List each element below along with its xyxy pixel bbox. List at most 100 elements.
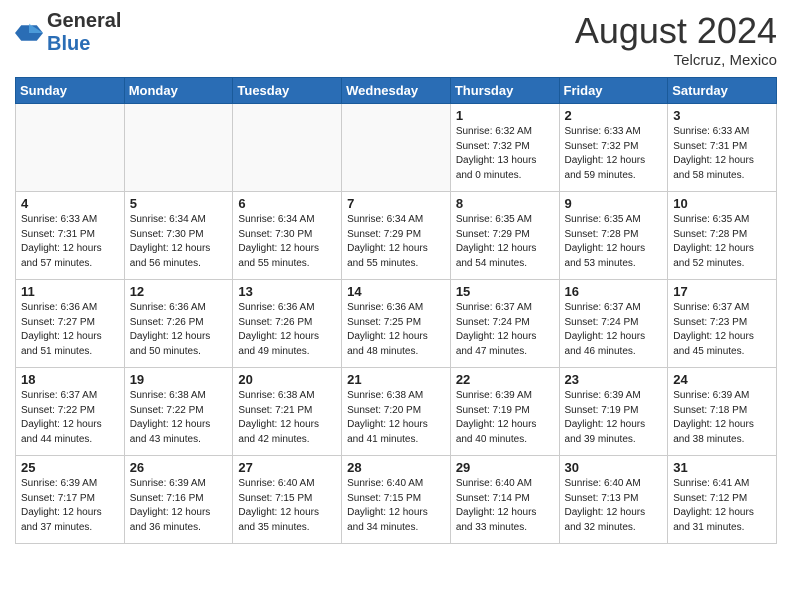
day-number: 23 (565, 372, 663, 387)
calendar-table: SundayMondayTuesdayWednesdayThursdayFrid… (15, 77, 777, 544)
logo-icon (15, 22, 43, 44)
day-number: 24 (673, 372, 771, 387)
day-info: Sunrise: 6:40 AMSunset: 7:13 PMDaylight:… (565, 477, 663, 535)
day-number: 3 (673, 108, 771, 123)
day-info: Sunrise: 6:40 AMSunset: 7:15 PMDaylight:… (347, 477, 445, 535)
day-info: Sunrise: 6:34 AMSunset: 7:30 PMDaylight:… (238, 213, 336, 271)
calendar-cell: 5Sunrise: 6:34 AMSunset: 7:30 PMDaylight… (124, 192, 233, 280)
calendar-cell: 28 Sunrise: 6:40 AMSunset: 7:15 PMDayligh… (342, 456, 451, 544)
day-number: 8 (456, 196, 554, 211)
weekday-header-friday: Friday (559, 78, 668, 104)
calendar-cell: 17Sunrise: 6:37 AMSunset: 7:23 PMDayligh… (668, 280, 777, 368)
calendar-cell: 18 Sunrise: 6:37 AMSunset: 7:22 PMDayligh… (16, 368, 125, 456)
calendar-cell: 4 Sunrise: 6:33 AMSunset: 7:31 PMDaylight… (16, 192, 125, 280)
month-year: August 2024 (575, 10, 777, 52)
day-info: Sunrise: 6:38 AMSunset: 7:22 PMDaylight:… (130, 389, 228, 447)
day-info: Sunrise: 6:33 AMSunset: 7:32 PMDaylight:… (565, 125, 663, 183)
calendar-cell: 22Sunrise: 6:39 AMSunset: 7:19 PMDayligh… (450, 368, 559, 456)
day-number: 9 (565, 196, 663, 211)
calendar-cell (233, 104, 342, 192)
day-number: 22 (456, 372, 554, 387)
day-number: 25 (21, 460, 119, 475)
week-row-1: 1 Sunrise: 6:32 AMSunset: 7:32 PMDaylight… (16, 104, 777, 192)
day-info: Sunrise: 6:36 AMSunset: 7:25 PMDaylight:… (347, 301, 445, 359)
day-info: Sunrise: 6:36 AMSunset: 7:27 PMDaylight:… (21, 301, 119, 359)
day-info: Sunrise: 6:34 AMSunset: 7:30 PMDaylight:… (130, 213, 228, 271)
calendar-cell: 7 Sunrise: 6:34 AMSunset: 7:29 PMDaylight… (342, 192, 451, 280)
day-info: Sunrise: 6:39 AMSunset: 7:18 PMDaylight:… (673, 389, 771, 447)
day-info: Sunrise: 6:37 AMSunset: 7:24 PMDaylight:… (565, 301, 663, 359)
logo-blue: Blue (47, 33, 90, 55)
calendar-cell: 8Sunrise: 6:35 AMSunset: 7:29 PMDaylight… (450, 192, 559, 280)
weekday-header-thursday: Thursday (450, 78, 559, 104)
calendar-cell: 14 Sunrise: 6:36 AMSunset: 7:25 PMDayligh… (342, 280, 451, 368)
day-info: Sunrise: 6:39 AMSunset: 7:19 PMDaylight:… (565, 389, 663, 447)
calendar-cell: 12 Sunrise: 6:36 AMSunset: 7:26 PMDayligh… (124, 280, 233, 368)
day-info: Sunrise: 6:37 AMSunset: 7:24 PMDaylight:… (456, 301, 554, 359)
day-info: Sunrise: 6:39 AMSunset: 7:16 PMDaylight:… (130, 477, 228, 535)
day-number: 12 (130, 284, 228, 299)
logo-general: General (47, 10, 121, 32)
calendar-cell: 23 Sunrise: 6:39 AMSunset: 7:19 PMDayligh… (559, 368, 668, 456)
calendar-cell (342, 104, 451, 192)
calendar-cell: 1 Sunrise: 6:32 AMSunset: 7:32 PMDaylight… (450, 104, 559, 192)
day-info: Sunrise: 6:32 AMSunset: 7:32 PMDaylight:… (456, 125, 554, 183)
day-number: 16 (565, 284, 663, 299)
day-number: 7 (347, 196, 445, 211)
day-number: 1 (456, 108, 554, 123)
day-info: Sunrise: 6:38 AMSunset: 7:21 PMDaylight:… (238, 389, 336, 447)
calendar-cell: 6Sunrise: 6:34 AMSunset: 7:30 PMDaylight… (233, 192, 342, 280)
day-info: Sunrise: 6:36 AMSunset: 7:26 PMDaylight:… (238, 301, 336, 359)
weekday-header-tuesday: Tuesday (233, 78, 342, 104)
day-number: 2 (565, 108, 663, 123)
day-number: 10 (673, 196, 771, 211)
calendar-cell (16, 104, 125, 192)
calendar-cell: 9 Sunrise: 6:35 AMSunset: 7:28 PMDaylight… (559, 192, 668, 280)
day-number: 18 (21, 372, 119, 387)
calendar-cell: 2 Sunrise: 6:33 AMSunset: 7:32 PMDaylight… (559, 104, 668, 192)
day-info: Sunrise: 6:36 AMSunset: 7:26 PMDaylight:… (130, 301, 228, 359)
calendar-cell: 31Sunrise: 6:41 AMSunset: 7:12 PMDayligh… (668, 456, 777, 544)
day-number: 27 (238, 460, 336, 475)
day-info: Sunrise: 6:34 AMSunset: 7:29 PMDaylight:… (347, 213, 445, 271)
calendar-cell: 3 Sunrise: 6:33 AMSunset: 7:31 PMDaylight… (668, 104, 777, 192)
day-info: Sunrise: 6:40 AMSunset: 7:14 PMDaylight:… (456, 477, 554, 535)
day-number: 17 (673, 284, 771, 299)
logo: General Blue (15, 10, 121, 56)
day-number: 30 (565, 460, 663, 475)
day-number: 19 (130, 372, 228, 387)
calendar-cell: 10 Sunrise: 6:35 AMSunset: 7:28 PMDayligh… (668, 192, 777, 280)
calendar-cell: 30 Sunrise: 6:40 AMSunset: 7:13 PMDayligh… (559, 456, 668, 544)
calendar-cell (124, 104, 233, 192)
week-row-5: 25 Sunrise: 6:39 AMSunset: 7:17 PMDayligh… (16, 456, 777, 544)
day-info: Sunrise: 6:39 AMSunset: 7:17 PMDaylight:… (21, 477, 119, 535)
day-number: 4 (21, 196, 119, 211)
day-info: Sunrise: 6:35 AMSunset: 7:28 PMDaylight:… (673, 213, 771, 271)
calendar-cell: 21 Sunrise: 6:38 AMSunset: 7:20 PMDayligh… (342, 368, 451, 456)
calendar-cell: 13 Sunrise: 6:36 AMSunset: 7:26 PMDayligh… (233, 280, 342, 368)
day-info: Sunrise: 6:37 AMSunset: 7:22 PMDaylight:… (21, 389, 119, 447)
day-number: 28 (347, 460, 445, 475)
day-number: 14 (347, 284, 445, 299)
logo-text: General Blue (47, 10, 121, 56)
day-number: 11 (21, 284, 119, 299)
day-info: Sunrise: 6:33 AMSunset: 7:31 PMDaylight:… (21, 213, 119, 271)
day-number: 20 (238, 372, 336, 387)
calendar-cell: 20 Sunrise: 6:38 AMSunset: 7:21 PMDayligh… (233, 368, 342, 456)
weekday-header-saturday: Saturday (668, 78, 777, 104)
calendar-cell: 27Sunrise: 6:40 AMSunset: 7:15 PMDayligh… (233, 456, 342, 544)
weekday-header-wednesday: Wednesday (342, 78, 451, 104)
day-number: 29 (456, 460, 554, 475)
day-info: Sunrise: 6:35 AMSunset: 7:28 PMDaylight:… (565, 213, 663, 271)
weekday-header-monday: Monday (124, 78, 233, 104)
week-row-4: 18 Sunrise: 6:37 AMSunset: 7:22 PMDayligh… (16, 368, 777, 456)
day-info: Sunrise: 6:38 AMSunset: 7:20 PMDaylight:… (347, 389, 445, 447)
day-number: 13 (238, 284, 336, 299)
week-row-3: 11 Sunrise: 6:36 AMSunset: 7:27 PMDayligh… (16, 280, 777, 368)
day-number: 31 (673, 460, 771, 475)
calendar-cell: 19 Sunrise: 6:38 AMSunset: 7:22 PMDayligh… (124, 368, 233, 456)
calendar-cell: 11 Sunrise: 6:36 AMSunset: 7:27 PMDayligh… (16, 280, 125, 368)
calendar-cell: 25 Sunrise: 6:39 AMSunset: 7:17 PMDayligh… (16, 456, 125, 544)
day-info: Sunrise: 6:33 AMSunset: 7:31 PMDaylight:… (673, 125, 771, 183)
day-number: 21 (347, 372, 445, 387)
